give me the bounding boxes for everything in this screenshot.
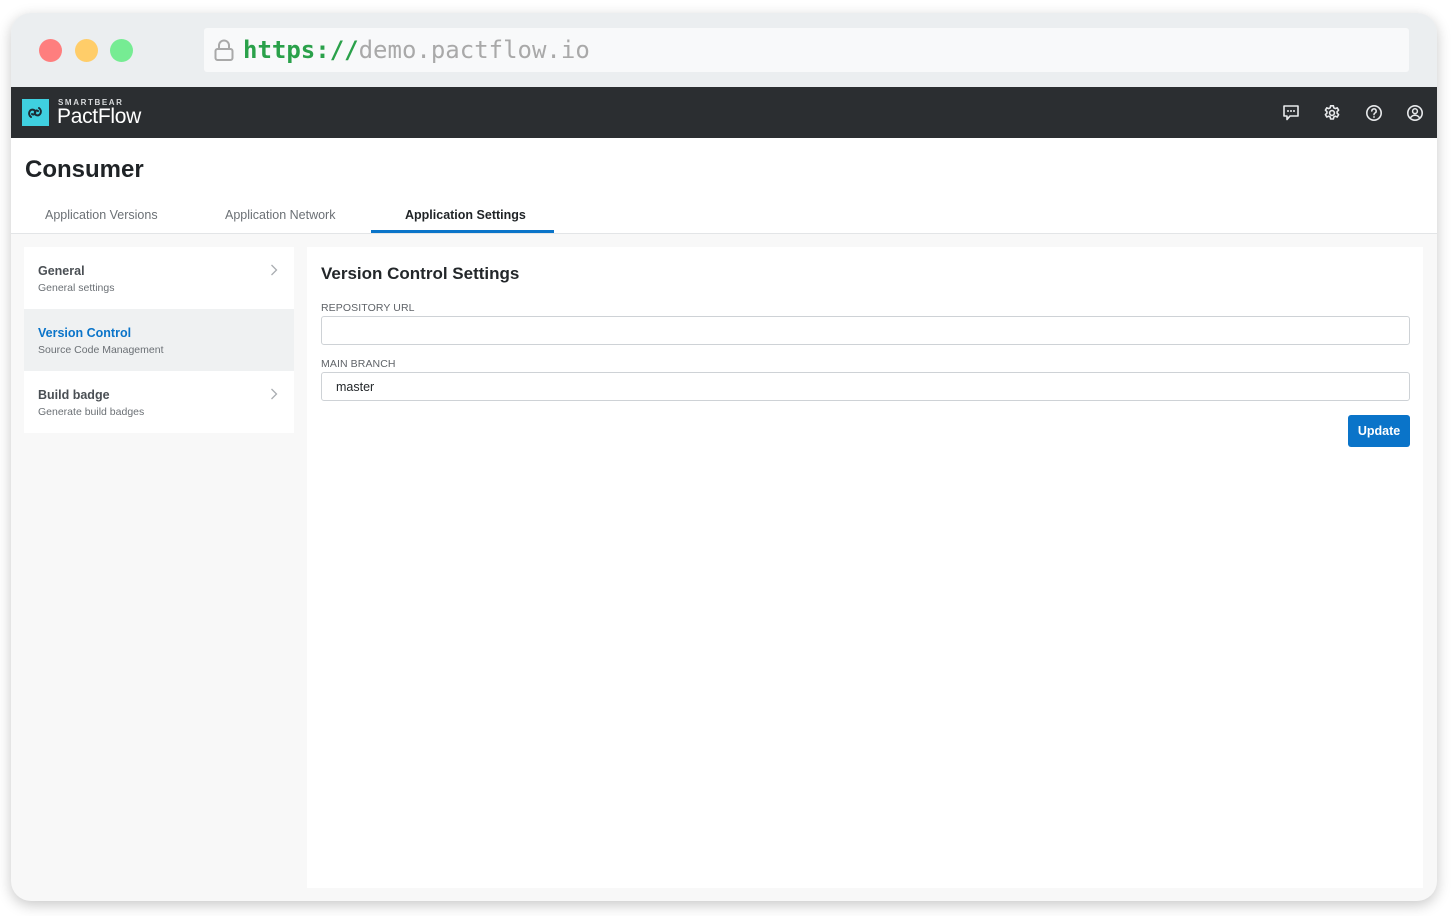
close-window-button[interactable] [39,39,62,62]
main-branch-label: MAIN BRANCH [321,358,396,370]
sidenav-item-version-control[interactable]: Version Control Source Code Management [24,309,294,371]
sidenav-item-subtitle: Generate build badges [38,406,145,418]
repository-url-label: REPOSITORY URL [321,302,415,314]
minimize-window-button[interactable] [75,39,98,62]
sidenav-item-title: Version Control [38,326,132,340]
url-text: https://demo.pactflow.io [243,35,590,65]
page-title: Consumer [25,156,144,183]
sidenav-item-subtitle: General settings [38,282,115,294]
chevron-right-icon [271,388,278,400]
app-header: SMARTBEAR PactFlow [11,87,1437,138]
sidenav-item-general[interactable]: General General settings [24,247,294,309]
settings-gear-icon[interactable] [1323,104,1341,122]
sidenav-item-title: Build badge [38,388,110,402]
update-button[interactable]: Update [1348,415,1410,447]
pactflow-logo-icon[interactable] [22,99,49,126]
url-host: demo.pactflow.io [358,36,590,64]
sidenav-item-build-badge[interactable]: Build badge Generate build badges [24,371,294,433]
settings-sidenav: General General settings Version Control… [24,247,294,433]
maximize-window-button[interactable] [110,39,133,62]
version-control-settings-panel: Version Control Settings REPOSITORY URL … [307,247,1423,888]
sidenav-item-subtitle: Source Code Management [38,344,164,356]
repository-url-input[interactable] [321,316,1410,345]
help-icon[interactable] [1365,104,1383,122]
url-scheme: https:// [243,36,359,64]
page-header: Consumer Application Versions Applicatio… [11,138,1437,234]
main-branch-input[interactable] [321,372,1410,401]
lock-icon [214,39,234,61]
active-tab-indicator [371,230,554,233]
brand-name: PactFlow [57,105,141,128]
user-account-icon[interactable] [1406,104,1424,122]
address-bar[interactable]: https://demo.pactflow.io [204,28,1409,72]
panel-title: Version Control Settings [321,264,520,283]
browser-window: https://demo.pactflow.io SMARTBEAR PactF… [11,13,1437,901]
chevron-right-icon [271,264,278,276]
sidenav-item-title: General [38,264,85,278]
tab-application-settings[interactable]: Application Settings [405,208,526,222]
tab-application-network[interactable]: Application Network [225,208,335,222]
browser-titlebar: https://demo.pactflow.io [11,13,1437,87]
tab-application-versions[interactable]: Application Versions [45,208,158,222]
chat-icon[interactable] [1282,104,1300,122]
